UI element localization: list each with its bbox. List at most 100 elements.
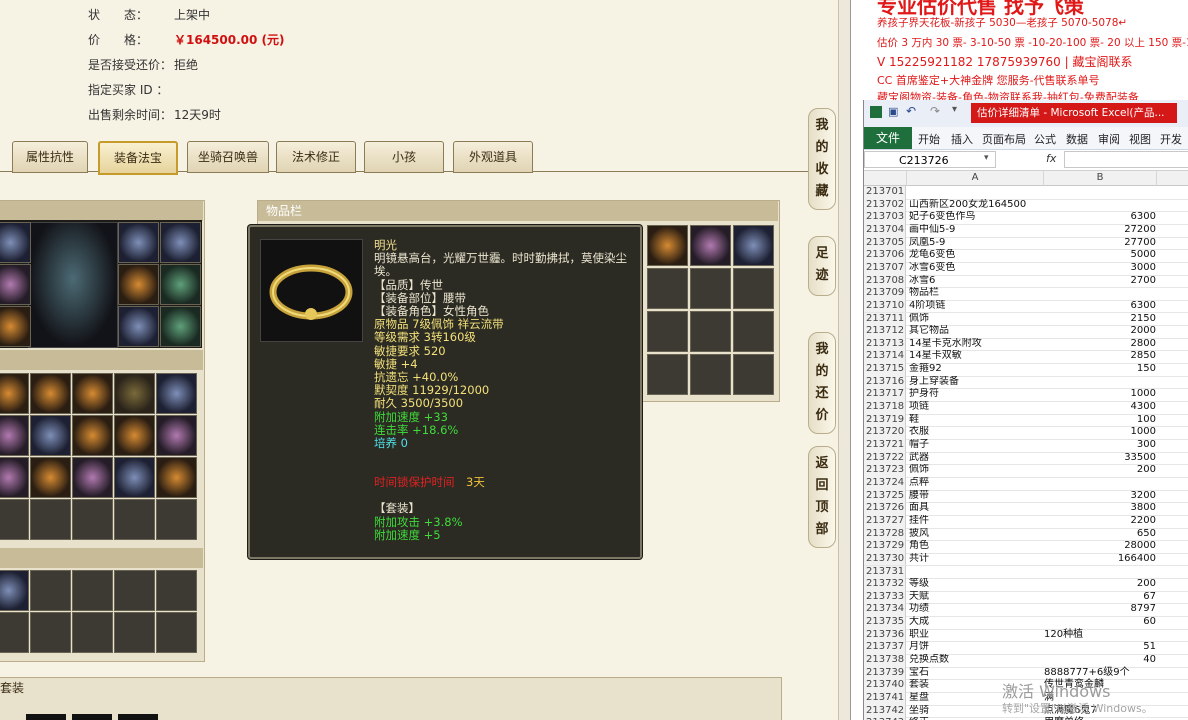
function-icon[interactable]: fx bbox=[1046, 152, 1056, 165]
row-number[interactable]: 213718 bbox=[864, 401, 906, 414]
inventory-slot[interactable] bbox=[72, 373, 113, 414]
table-row[interactable]: 213706 龙龟6变色 5000 bbox=[864, 249, 1188, 263]
inventory-slot[interactable] bbox=[0, 457, 29, 498]
table-row[interactable]: 213719 鞋 100 bbox=[864, 413, 1188, 428]
table-row[interactable]: 213730 共计 166400 bbox=[864, 552, 1188, 567]
table-row[interactable]: 213724 点粹 bbox=[864, 476, 1188, 491]
table-row[interactable]: 213704 画中仙5-9 27200 bbox=[864, 223, 1188, 238]
cell-a[interactable]: 帽子 bbox=[909, 439, 1039, 452]
save-icon[interactable]: ▣ bbox=[888, 105, 898, 118]
row-number[interactable]: 213738 bbox=[864, 654, 906, 667]
cell-b[interactable]: 28000 bbox=[1044, 540, 1156, 553]
row-number[interactable]: 213734 bbox=[864, 603, 906, 617]
cell-b[interactable]: 8797 bbox=[1044, 603, 1156, 616]
cell-b[interactable]: 120种植 bbox=[1044, 629, 1156, 642]
cell-a[interactable]: 身上穿装备 bbox=[909, 376, 1039, 389]
inventory-slot[interactable] bbox=[156, 499, 197, 540]
table-row[interactable]: 213711 佩饰 2150 bbox=[864, 312, 1188, 327]
row-number[interactable]: 213707 bbox=[864, 261, 906, 275]
equip-slot[interactable] bbox=[118, 306, 159, 347]
row-number[interactable]: 213716 bbox=[864, 375, 906, 389]
equip-slot[interactable] bbox=[0, 264, 31, 305]
pet-slot[interactable] bbox=[0, 570, 29, 611]
formula-input[interactable] bbox=[1064, 151, 1188, 168]
table-row[interactable]: 213707 冰雪6变色 3000 bbox=[864, 261, 1188, 276]
inventory-slot[interactable] bbox=[690, 354, 731, 395]
equip-slot[interactable] bbox=[0, 306, 31, 347]
cell-b[interactable]: 4300 bbox=[1044, 401, 1156, 414]
inventory-slot[interactable] bbox=[72, 499, 113, 540]
row-number[interactable]: 213732 bbox=[864, 578, 906, 591]
equip-slot[interactable] bbox=[160, 306, 201, 347]
cell-b[interactable]: 27700 bbox=[1044, 237, 1156, 250]
cell-a[interactable]: 点粹 bbox=[909, 477, 1039, 490]
cell-a[interactable]: 功绩 bbox=[909, 603, 1039, 616]
cell-b[interactable]: 3800 bbox=[1044, 502, 1156, 515]
inventory-slot[interactable] bbox=[30, 457, 71, 498]
row-number[interactable]: 213737 bbox=[864, 641, 906, 655]
row-number[interactable]: 213741 bbox=[864, 692, 906, 705]
row-number[interactable]: 213710 bbox=[864, 299, 906, 313]
cell-b[interactable]: 1000 bbox=[1044, 388, 1156, 401]
cell-a[interactable]: 佩饰 bbox=[909, 313, 1039, 326]
cell-b[interactable]: 3200 bbox=[1044, 490, 1156, 503]
row-number[interactable]: 213702 bbox=[864, 198, 906, 212]
history-button[interactable]: 足迹 bbox=[808, 236, 836, 296]
cell-a[interactable]: 兑换点数 bbox=[909, 654, 1039, 667]
cell-b[interactable]: 650 bbox=[1044, 528, 1156, 541]
tab-attributes[interactable]: 属性抗性 bbox=[12, 141, 88, 173]
table-row[interactable]: 213725 腰带 3200 bbox=[864, 489, 1188, 504]
menu-review[interactable]: 审阅 bbox=[1098, 131, 1120, 147]
table-row[interactable]: 213702 山西新区200女龙164500 bbox=[864, 198, 1188, 213]
cell-b[interactable]: 2000 bbox=[1044, 325, 1156, 338]
cell-a[interactable]: 面具 bbox=[909, 502, 1039, 515]
cell-b[interactable]: 166400 bbox=[1044, 553, 1156, 566]
cell-b[interactable]: 2700 bbox=[1044, 275, 1156, 288]
table-row[interactable]: 213736 职业 120种植 bbox=[864, 628, 1188, 643]
favorites-button[interactable]: 我的收藏 bbox=[808, 108, 836, 210]
tab-child[interactable]: 小孩 bbox=[364, 141, 444, 173]
cell-a[interactable]: 龙龟6变色 bbox=[909, 249, 1039, 262]
table-row[interactable]: 213717 护身符 1000 bbox=[864, 388, 1188, 403]
cell-b[interactable]: 2200 bbox=[1044, 515, 1156, 528]
cell-b[interactable]: 67 bbox=[1044, 591, 1156, 604]
row-number[interactable]: 213719 bbox=[864, 413, 906, 427]
cell-a[interactable]: 金箍92 bbox=[909, 363, 1039, 376]
redo-icon[interactable]: ↷ bbox=[930, 104, 940, 118]
inventory-slot[interactable] bbox=[0, 499, 29, 540]
cell-b[interactable]: 1000 bbox=[1044, 426, 1156, 439]
cell-a[interactable]: 职业 bbox=[909, 629, 1039, 642]
equip-slot[interactable] bbox=[118, 264, 159, 305]
name-box-dropdown-icon[interactable]: ▾ bbox=[984, 153, 989, 163]
cell-b[interactable]: 40 bbox=[1044, 654, 1156, 667]
row-number[interactable]: 213712 bbox=[864, 325, 906, 338]
table-row[interactable]: 213715 金箍92 150 bbox=[864, 363, 1188, 377]
table-row[interactable]: 213712 其它物品 2000 bbox=[864, 325, 1188, 339]
cell-a[interactable]: 等级 bbox=[909, 578, 1039, 591]
table-row[interactable]: 213721 帽子 300 bbox=[864, 439, 1188, 453]
cell-a[interactable]: 山西新区200女龙164500 bbox=[909, 199, 1039, 212]
table-row[interactable]: 213723 佩饰 200 bbox=[864, 464, 1188, 478]
cell-a[interactable]: 4阶项链 bbox=[909, 300, 1039, 313]
inventory-slot[interactable] bbox=[733, 311, 774, 352]
cell-a[interactable]: 腰带 bbox=[909, 490, 1039, 503]
menu-formulas[interactable]: 公式 bbox=[1034, 131, 1056, 147]
inventory-slot[interactable] bbox=[733, 268, 774, 309]
cell-b[interactable]: 60 bbox=[1044, 616, 1156, 629]
cell-a[interactable]: 挂件 bbox=[909, 515, 1039, 528]
row-number[interactable]: 213729 bbox=[864, 540, 906, 553]
pet-slot[interactable] bbox=[156, 570, 197, 611]
row-number[interactable]: 213739 bbox=[864, 666, 906, 680]
inventory-slot[interactable] bbox=[0, 373, 29, 414]
inventory-slot[interactable] bbox=[30, 415, 71, 456]
inventory-slot[interactable] bbox=[733, 225, 774, 266]
row-number[interactable]: 213735 bbox=[864, 616, 906, 629]
menu-home[interactable]: 开始 bbox=[918, 131, 940, 147]
row-number[interactable]: 213713 bbox=[864, 337, 906, 351]
cell-b[interactable]: 3000 bbox=[1044, 262, 1156, 275]
cell-a[interactable]: 14星卡克水附攻 bbox=[909, 338, 1039, 351]
column-header-c[interactable] bbox=[1157, 171, 1188, 186]
cell-a[interactable]: 大成 bbox=[909, 616, 1039, 629]
table-row[interactable]: 213731 bbox=[864, 565, 1188, 580]
file-menu[interactable]: 文件 bbox=[864, 127, 912, 149]
